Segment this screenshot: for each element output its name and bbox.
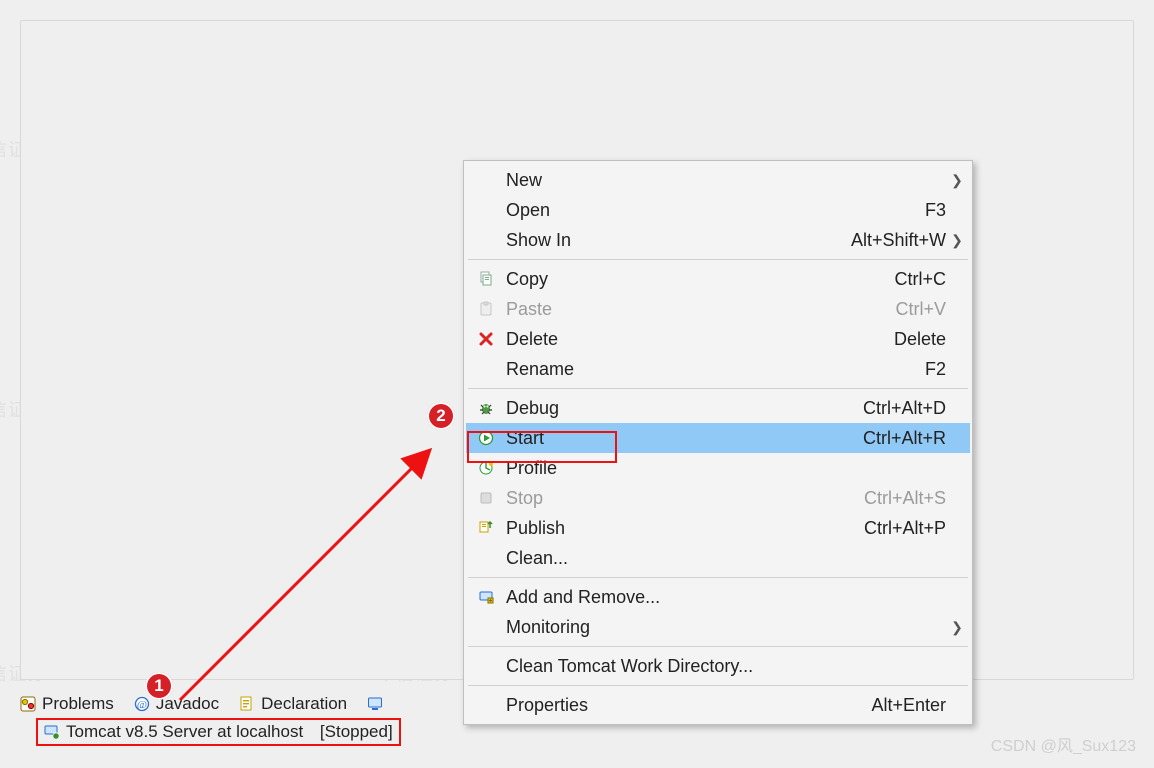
chevron-right-icon: ❯ (951, 619, 963, 636)
csdn-watermark: CSDN @风_Sux123 (991, 732, 1136, 756)
menu-rename[interactable]: Rename F2 (466, 354, 970, 384)
menu-open[interactable]: Open F3 (466, 195, 970, 225)
annotation-badge-1: 1 (145, 672, 173, 700)
svg-text:@: @ (137, 699, 147, 711)
start-icon (478, 430, 494, 446)
tab-servers[interactable] (363, 694, 387, 714)
menu-copy[interactable]: Copy Ctrl+C (466, 264, 970, 294)
chevron-right-icon: ❯ (951, 172, 963, 189)
paste-icon (478, 301, 494, 317)
tab-javadoc[interactable]: @ Javadoc (130, 692, 223, 716)
menu-paste: Paste Ctrl+V (466, 294, 970, 324)
menu-clean[interactable]: Clean... (466, 543, 970, 573)
stop-icon (478, 490, 494, 506)
menu-add-remove[interactable]: Add and Remove... (466, 582, 970, 612)
servers-icon (367, 696, 383, 712)
tomcat-server-icon (44, 724, 60, 740)
copy-icon (478, 271, 494, 287)
menu-publish[interactable]: Publish Ctrl+Alt+P (466, 513, 970, 543)
server-state: [Stopped] (320, 722, 393, 742)
bottom-tabs: Problems @ Javadoc Declaration (16, 692, 387, 716)
chevron-right-icon: ❯ (951, 232, 963, 249)
menu-delete[interactable]: Delete Delete (466, 324, 970, 354)
tab-declaration-label: Declaration (261, 694, 347, 714)
debug-icon (478, 400, 494, 416)
menu-profile[interactable]: Profile (466, 453, 970, 483)
tab-problems[interactable]: Problems (16, 692, 118, 716)
menu-stop: Stop Ctrl+Alt+S (466, 483, 970, 513)
server-name: Tomcat v8.5 Server at localhost (66, 722, 303, 742)
profile-icon (478, 460, 494, 476)
declaration-icon (239, 696, 255, 712)
menu-clean-tomcat[interactable]: Clean Tomcat Work Directory... (466, 651, 970, 681)
annotation-badge-2: 2 (427, 402, 455, 430)
publish-icon (478, 520, 494, 536)
server-entry[interactable]: Tomcat v8.5 Server at localhost [Stopped… (36, 718, 401, 746)
tab-problems-label: Problems (42, 694, 114, 714)
menu-new[interactable]: New ❯ (466, 165, 970, 195)
server-context-menu: New ❯ Open F3 Show In Alt+Shift+W ❯ Copy… (463, 160, 973, 725)
javadoc-icon: @ (134, 696, 150, 712)
menu-properties[interactable]: Properties Alt+Enter (466, 690, 970, 720)
tab-declaration[interactable]: Declaration (235, 692, 351, 716)
add-remove-icon (478, 589, 494, 605)
menu-show-in[interactable]: Show In Alt+Shift+W ❯ (466, 225, 970, 255)
menu-start[interactable]: Start Ctrl+Alt+R (466, 423, 970, 453)
delete-icon (478, 331, 494, 347)
menu-monitoring[interactable]: Monitoring ❯ (466, 612, 970, 642)
problems-icon (20, 696, 36, 712)
menu-debug[interactable]: Debug Ctrl+Alt+D (466, 393, 970, 423)
